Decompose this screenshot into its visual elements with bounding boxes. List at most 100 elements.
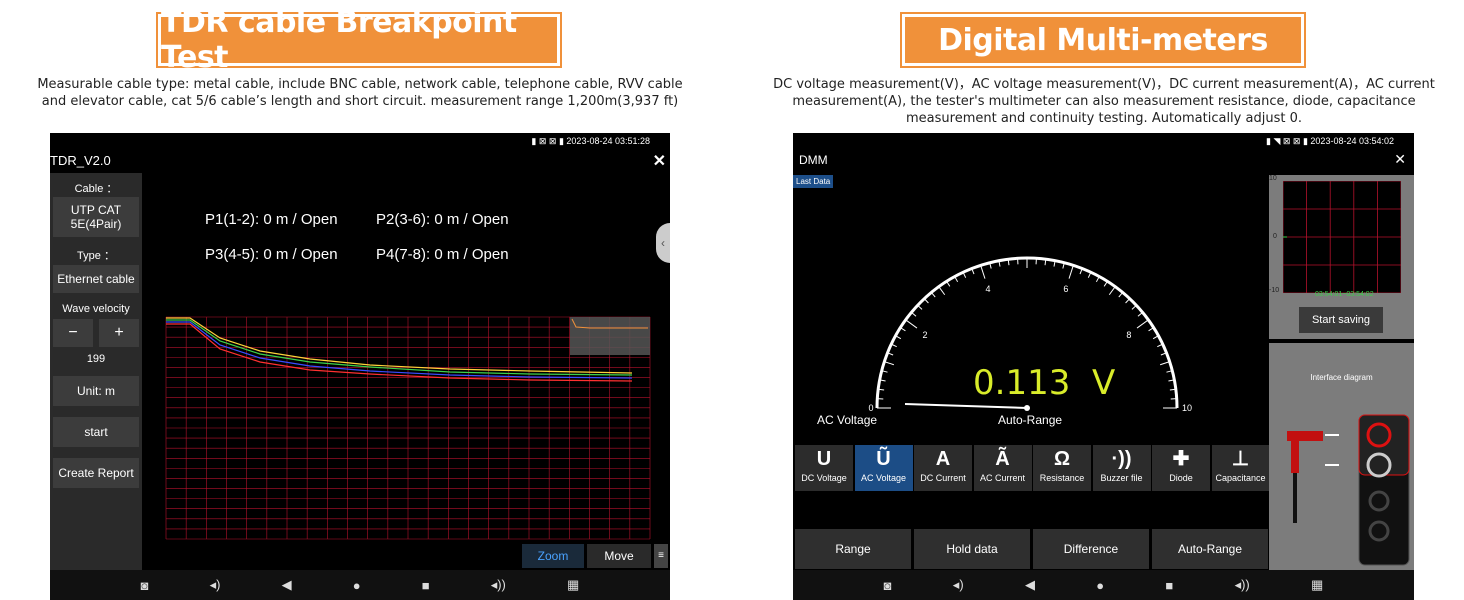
hold-data-button[interactable]: Hold data [914,529,1030,569]
cable-select-button[interactable]: UTP CAT 5E(4Pair) [53,197,139,237]
function-button-dc-current[interactable]: A DC Current [914,445,972,491]
home-icon[interactable]: ● [1096,578,1104,593]
list-icon[interactable]: ≡ [654,544,668,568]
right-banner-title: Digital Multi-meters [905,17,1301,63]
volume-up-icon[interactable]: ◂)) [491,577,506,593]
tdr-statusbar: ▮ ⊠ ⊠ ▮ 2023-08-24 03:51:28 [531,136,650,146]
function-label: AC Voltage [860,473,907,483]
function-icon: Ω [1053,448,1071,470]
create-report-button[interactable]: Create Report [53,458,139,488]
back-icon[interactable]: ◀ [282,577,292,593]
dmm-app-title: DMM [799,153,828,167]
trend-panel: 10 0 -10 03:54:01~03:54:02 Start saving [1269,175,1414,339]
dmm-navbar: ◙ ◂) ◀ ● ■ ◂)) ▦ [793,570,1414,600]
minimap [570,317,650,355]
close-icon[interactable]: ✕ [653,151,666,171]
move-button[interactable]: Move [587,544,651,568]
volume-down-icon[interactable]: ◂) [210,577,221,593]
camera-icon[interactable]: ◙ [884,578,892,593]
function-label: DC Current [920,473,966,483]
function-icon: ·)) [1111,448,1132,470]
trend-time-range: 03:54:01~03:54:02 [1315,291,1374,298]
probe-diagram [1287,414,1410,566]
difference-button[interactable]: Difference [1033,529,1149,569]
function-button-ac-voltage[interactable]: Ũ AC Voltage [854,445,913,491]
auto-range-button[interactable]: Auto-Range [1152,529,1268,569]
last-data-badge[interactable]: Last Data [793,175,834,188]
recents-icon[interactable]: ■ [422,578,430,593]
right-description: DC voltage measurement(V)，AC voltage mea… [773,77,1435,126]
meter-mode-label: AC Voltage [817,413,878,427]
interface-diagram-panel: Interface diagram [1269,343,1414,570]
camera-icon[interactable]: ◙ [141,578,149,593]
right-banner: Digital Multi-meters [900,12,1306,68]
volume-up-icon[interactable]: ◂)) [1235,577,1250,593]
dmm-screen: ▮ ◥ ⊠ ⊠ ▮ 2023-08-24 03:54:02 DMM ✕ Last… [793,133,1414,600]
tdr-screen: ▮ ⊠ ⊠ ▮ 2023-08-24 03:51:28 TDR_V2.0 ✕ C… [50,133,670,600]
function-label: Buzzer file [1100,473,1143,483]
left-banner-title: TDR cable Breakpoint Test [161,5,557,75]
pair-result-p1: P1(1-2): 0 m / Open [205,211,338,228]
gauge-tick-label: 8 [1126,330,1131,340]
pair-result-p3: P3(4-5): 0 m / Open [205,246,338,263]
function-button-capacitance[interactable]: ⊥ Capacitance [1211,445,1270,491]
dmm-statusbar: ▮ ◥ ⊠ ⊠ ▮ 2023-08-24 03:54:02 [1266,136,1394,146]
function-button-diode[interactable]: ✚ Diode [1152,445,1210,491]
wave-velocity-label: Wave velocity [62,303,130,315]
recents-icon[interactable]: ■ [1165,578,1173,593]
function-button-buzzer-file[interactable]: ·)) Buzzer file [1092,445,1151,491]
tdr-sidebar: Cable ： UTP CAT 5E(4Pair) Type ： Etherne… [50,173,142,573]
range-button[interactable]: Range [795,529,911,569]
home-icon[interactable]: ● [353,578,361,593]
apps-icon[interactable]: ▦ [1311,577,1323,593]
function-label: Capacitance [1215,473,1266,483]
gauge-tick-label: 6 [1063,284,1068,294]
gauge-tick-label: 4 [986,284,991,294]
type-label: Type ： [77,250,115,262]
tdr-navbar: ◙ ◂) ◀ ● ■ ◂)) ▦ [50,570,670,600]
gauge-tick-label: 0 [868,403,873,413]
gauge-tick-label: 2 [923,330,928,340]
trend-y-mid: 0 [1273,233,1277,240]
start-button[interactable]: start [53,417,139,447]
meter-reading: 0.113 V [973,363,1116,403]
dmm-status-time: 2023-08-24 03:54:02 [1310,136,1394,146]
gauge-pivot [1024,405,1030,411]
function-icon: Ã [995,448,1010,470]
tdr-waveform-chart [165,316,651,540]
function-icon: A [935,448,951,470]
zoom-button[interactable]: Zoom [522,544,584,568]
gauge-tick-label: 10 [1182,403,1192,413]
trace-p1 [166,317,633,374]
trend-y-top: 10 [1269,175,1277,182]
unit-button[interactable]: Unit: m [53,376,139,406]
left-banner: TDR cable Breakpoint Test [156,5,562,75]
function-icon: U [816,448,832,470]
start-saving-button[interactable]: Start saving [1299,307,1383,333]
interface-diagram-label: Interface diagram [1310,373,1373,382]
pair-result-p4: P4(7-8): 0 m / Open [376,246,509,263]
pair-result-p2: P2(3-6): 0 m / Open [376,211,509,228]
collapse-icon[interactable]: ✕ [1394,151,1406,168]
meter-range-label: Auto-Range [998,413,1063,427]
function-label: Diode [1169,473,1193,483]
apps-icon[interactable]: ▦ [567,577,579,593]
trace-p3 [166,321,633,379]
type-select-button[interactable]: Ethernet cable [53,265,139,293]
function-icon: ⊥ [1231,448,1250,470]
function-label: Resistance [1039,473,1085,483]
panel-toggle-icon[interactable]: ‹ [656,223,670,263]
back-icon[interactable]: ◀ [1025,577,1035,593]
trend-y-bot: -10 [1269,287,1280,294]
function-button-dc-voltage[interactable]: U DC Voltage [795,445,853,491]
volume-down-icon[interactable]: ◂) [953,577,964,593]
trend-chart [1283,181,1401,293]
gauge-needle [904,403,1028,409]
function-button-resistance[interactable]: Ω Resistance [1033,445,1091,491]
tdr-app-title: TDR_V2.0 [50,153,111,168]
left-description: Measurable cable type: metal cable, incl… [37,77,683,109]
velocity-plus-button[interactable]: + [99,319,139,347]
velocity-minus-button[interactable]: − [53,319,93,347]
function-button-ac-current[interactable]: Ã AC Current [973,445,1032,491]
wave-velocity-value: 199 [86,353,106,365]
